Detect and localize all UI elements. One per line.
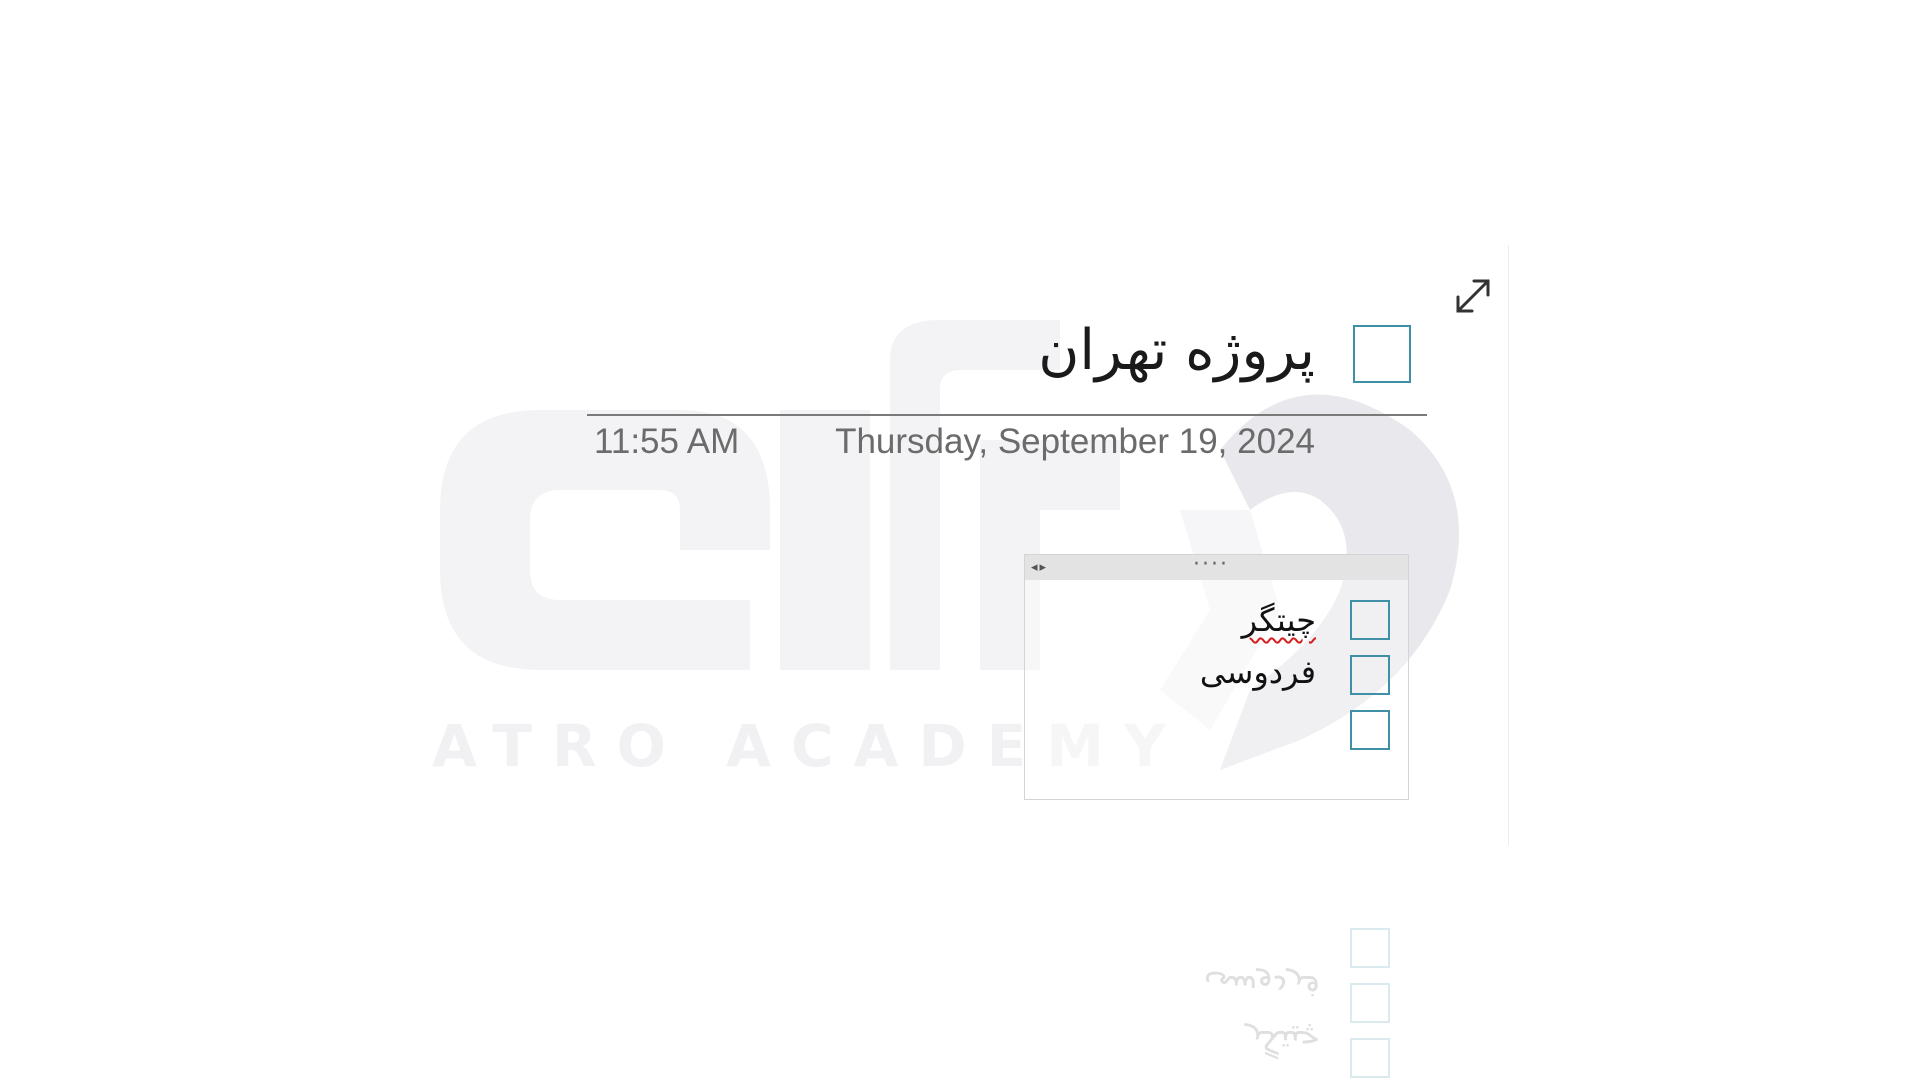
reflection-checkbox-2 [1350, 983, 1390, 1023]
checklist-reflection: فردوسی چیتگر [940, 828, 1400, 1080]
page-title[interactable]: پروژه تهران [1038, 318, 1315, 383]
todo-checkbox-1[interactable] [1350, 600, 1390, 640]
note-container-handle[interactable]: ◂▸ ···· [1025, 554, 1408, 580]
todo-item-1-label: چیتگر [1241, 601, 1316, 639]
reflection-text-1: فردوسی [1203, 968, 1320, 1006]
title-checkbox[interactable] [1353, 325, 1411, 383]
todo-item-1[interactable]: چیتگر [1242, 601, 1316, 639]
move-handle-icon[interactable]: ···· [1193, 554, 1229, 576]
expand-icon[interactable] [1452, 275, 1494, 317]
reflection-checkbox-1 [1350, 928, 1390, 968]
page-edge-divider [1508, 245, 1509, 845]
page-date: Thursday, September 19, 2024 [835, 422, 1315, 461]
todo-item-2[interactable]: فردوسی [1200, 653, 1316, 691]
title-underline [587, 414, 1427, 416]
resize-arrows-icon[interactable]: ◂▸ [1031, 559, 1048, 576]
reflection-checkbox-3 [1350, 1038, 1390, 1078]
todo-checkbox-2[interactable] [1350, 655, 1390, 695]
onenote-page: ATRO ACADEMY پروژه تهران 11:55 AM Thursd… [0, 0, 1920, 1080]
todo-checkbox-3[interactable] [1350, 710, 1390, 750]
reflection-text-2: چیتگر [1245, 1023, 1320, 1061]
page-time: 11:55 AM [594, 422, 740, 461]
